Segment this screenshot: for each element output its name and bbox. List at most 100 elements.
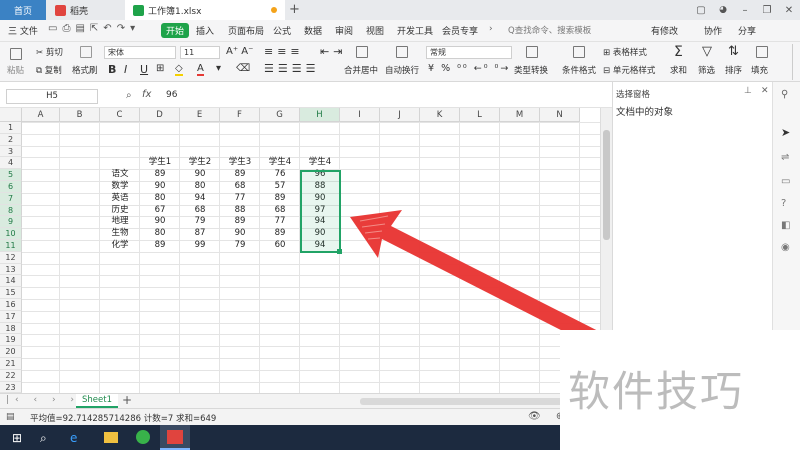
font-color-button[interactable]: A: [197, 63, 204, 76]
cut-button[interactable]: ✂ 剪切: [36, 46, 63, 58]
font-size-select[interactable]: 11: [180, 46, 220, 59]
wps-taskbar-button[interactable]: [160, 425, 190, 450]
score-cell[interactable]: 80: [180, 181, 220, 193]
column-header-j[interactable]: J: [380, 108, 420, 122]
score-cell[interactable]: 89: [140, 240, 180, 252]
score-cell[interactable]: 67: [140, 205, 180, 217]
score-cell[interactable]: 77: [220, 193, 260, 205]
column-header-a[interactable]: A: [22, 108, 60, 122]
add-sheet-button[interactable]: +: [122, 393, 132, 407]
cursor-select-icon[interactable]: ➤: [781, 126, 790, 139]
fill-handle[interactable]: [337, 249, 342, 254]
help-icon[interactable]: ?: [781, 198, 786, 209]
column-header-n[interactable]: N: [540, 108, 580, 122]
row-header-20[interactable]: 20: [0, 346, 22, 358]
new-tab-button[interactable]: +: [289, 2, 300, 17]
row-header-22[interactable]: 22: [0, 369, 22, 382]
subject-cell[interactable]: 语文: [100, 169, 140, 181]
row-header-5[interactable]: 5: [0, 169, 22, 181]
column-header-b[interactable]: B: [60, 108, 100, 122]
formula-input[interactable]: 96: [166, 90, 177, 100]
format-painter-button[interactable]: 格式刷: [72, 64, 98, 76]
paste-label[interactable]: 粘贴: [7, 64, 24, 76]
row-header-18[interactable]: 18: [0, 322, 22, 335]
row-header-23[interactable]: 23: [0, 381, 22, 393]
menu-page-layout[interactable]: 页面布局: [228, 24, 264, 37]
horizontal-align-icons[interactable]: ☰☰☰☰: [264, 62, 319, 75]
row-header-8[interactable]: 8: [0, 204, 22, 217]
sort-button[interactable]: 排序: [725, 64, 742, 76]
row-header-2[interactable]: 2: [0, 133, 22, 146]
score-cell[interactable]: 57: [260, 181, 300, 193]
score-cell[interactable]: 90: [180, 169, 220, 181]
subject-cell[interactable]: 化学: [100, 240, 140, 252]
font-color-dropdown-icon[interactable]: ▾: [216, 63, 221, 74]
score-cell[interactable]: 90: [140, 181, 180, 193]
layout-icon[interactable]: ▢: [690, 5, 712, 16]
score-cell[interactable]: 79: [180, 216, 220, 228]
type-convert-icon[interactable]: [526, 46, 538, 58]
score-cell[interactable]: 80: [140, 193, 180, 205]
column-header-k[interactable]: K: [420, 108, 460, 122]
save-icon[interactable]: ▭: [48, 23, 57, 34]
select-all-corner[interactable]: [0, 108, 22, 122]
column-header-l[interactable]: L: [460, 108, 500, 122]
merge-cells-icon[interactable]: [356, 46, 368, 58]
menu-review[interactable]: 审阅: [335, 24, 353, 37]
border-icon[interactable]: ⊞: [156, 63, 164, 74]
row-header-16[interactable]: 16: [0, 299, 22, 311]
bold-button[interactable]: B: [108, 63, 116, 76]
score-cell[interactable]: 94: [180, 193, 220, 205]
menu-view[interactable]: 视图: [366, 24, 384, 37]
sum-icon[interactable]: Σ: [674, 44, 683, 60]
export-icon[interactable]: ⇱: [90, 23, 98, 34]
menu-formula[interactable]: 公式: [273, 24, 291, 37]
score-cell[interactable]: 89: [220, 216, 260, 228]
fill-button[interactable]: 填充: [751, 64, 768, 76]
undo-icon[interactable]: ↶: [103, 23, 111, 34]
score-cell[interactable]: 60: [260, 240, 300, 252]
wrap-text-icon[interactable]: [396, 46, 408, 58]
font-grow-icon[interactable]: A⁺ A⁻: [226, 46, 253, 57]
score-cell[interactable]: 79: [220, 240, 260, 252]
row-header-11[interactable]: 11: [0, 240, 22, 252]
menu-member[interactable]: 会员专享: [442, 24, 478, 37]
score-cell[interactable]: 90: [140, 216, 180, 228]
collaborate-button[interactable]: 协作: [704, 24, 722, 37]
type-convert-button[interactable]: 类型转换: [514, 64, 548, 76]
restore-icon[interactable]: ❐: [756, 5, 778, 16]
column-header-c[interactable]: C: [100, 108, 140, 122]
score-cell[interactable]: 89: [140, 169, 180, 181]
has-changes-button[interactable]: 有修改: [651, 24, 678, 37]
score-cell[interactable]: 68: [220, 181, 260, 193]
format-painter-icon[interactable]: [80, 46, 92, 58]
sheet-tab-active[interactable]: Sheet1: [76, 394, 118, 408]
score-cell[interactable]: 87: [180, 228, 220, 240]
column-header-i[interactable]: I: [340, 108, 380, 122]
fill-icon[interactable]: [756, 46, 768, 58]
menu-file[interactable]: 三 文件: [8, 24, 38, 37]
ie-browser-icon[interactable]: e: [70, 431, 77, 445]
menu-start[interactable]: 开始: [161, 23, 190, 38]
row-header-1[interactable]: 1: [0, 122, 22, 134]
share-button[interactable]: 分享: [738, 24, 756, 37]
header-cell[interactable]: 学生4: [300, 157, 340, 169]
pane-close-icon[interactable]: ✕: [761, 86, 769, 96]
print-icon[interactable]: ⎙: [62, 23, 70, 34]
column-header-m[interactable]: M: [500, 108, 540, 122]
sum-button[interactable]: 求和: [670, 64, 687, 76]
windows-start-icon[interactable]: ⊞: [12, 431, 22, 445]
filter-button[interactable]: 筛选: [698, 64, 715, 76]
tab-workbook[interactable]: 工作簿1.xlsx: [125, 0, 285, 20]
row-header-17[interactable]: 17: [0, 310, 22, 323]
conditional-format-button[interactable]: 条件格式: [562, 64, 596, 76]
row-header-14[interactable]: 14: [0, 275, 22, 288]
vertical-scroll-thumb[interactable]: [603, 130, 610, 240]
row-header-21[interactable]: 21: [0, 358, 22, 370]
sort-icon[interactable]: ⇅: [728, 44, 739, 59]
row-header-6[interactable]: 6: [0, 181, 22, 193]
header-cell[interactable]: 学生2: [180, 157, 220, 169]
row-header-7[interactable]: 7: [0, 192, 22, 205]
pin-icon[interactable]: ⊥: [744, 86, 752, 96]
row-header-19[interactable]: 19: [0, 334, 22, 347]
